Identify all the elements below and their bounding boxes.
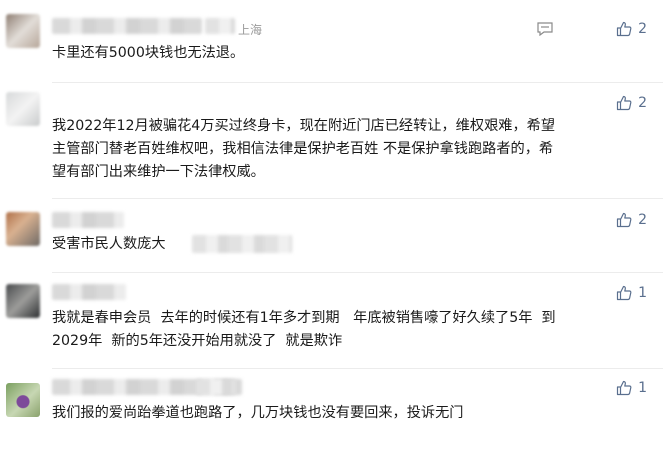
avatar[interactable]: [6, 212, 40, 246]
location-label: 上海: [238, 23, 263, 37]
thumbs-up-icon: [616, 380, 632, 396]
divider: [52, 272, 663, 273]
comment-text: 受害市民人数庞大: [52, 236, 166, 252]
username-redacted: [52, 284, 126, 300]
comment-text: 我2022年12月被骗花4万买过终身卡，现在附近门店已经转让，维权艰难，希望 主…: [52, 118, 556, 180]
like-button[interactable]: 2: [616, 211, 647, 229]
username-redacted: [52, 18, 202, 34]
divider: [52, 368, 663, 369]
like-count: 1: [638, 285, 647, 301]
comment-item: 1 我们报的爱尚跆拳道也跑路了，几万块钱也没有要回来，投诉无门: [0, 370, 663, 452]
username-redacted: [205, 18, 235, 34]
comment-text: 卡里还有5000块钱也无法退。: [52, 45, 245, 61]
username-redacted: [196, 379, 236, 395]
like-count: 1: [638, 380, 647, 396]
like-count: 2: [638, 95, 647, 111]
like-count: 2: [638, 212, 647, 228]
avatar[interactable]: [6, 14, 40, 48]
like-button[interactable]: 1: [616, 379, 647, 397]
avatar[interactable]: [6, 92, 40, 126]
thumbs-up-icon: [616, 212, 632, 228]
like-button[interactable]: 1: [616, 284, 647, 302]
like-count: 2: [638, 21, 647, 37]
comment-item: 1 我就是春申会员 去年的时候还有1年多才到期 年底被销售嚎了好久续了5年 到 …: [0, 274, 663, 366]
avatar[interactable]: [6, 284, 40, 318]
like-button[interactable]: 2: [616, 94, 647, 112]
comment-item: 2 受害市民人数庞大: [0, 200, 663, 270]
reply-icon[interactable]: [537, 22, 553, 36]
avatar[interactable]: [6, 383, 40, 417]
comment-item: 上海 2 卡里还有5000块钱也无法退。: [0, 0, 663, 80]
divider: [52, 82, 663, 83]
thumbs-up-icon: [616, 95, 632, 111]
thumbs-up-icon: [616, 285, 632, 301]
text-redacted: [192, 235, 292, 253]
divider: [52, 198, 663, 199]
comment-text: 我就是春申会员 去年的时候还有1年多才到期 年底被销售嚎了好久续了5年 到 20…: [52, 310, 556, 349]
comment-item: 2 我2022年12月被骗花4万买过终身卡，现在附近门店已经转让，维权艰难，希望…: [0, 84, 663, 196]
username-redacted: [52, 212, 124, 228]
comment-text: 我们报的爱尚跆拳道也跑路了，几万块钱也没有要回来，投诉无门: [52, 405, 464, 421]
thumbs-up-icon: [616, 21, 632, 37]
like-button[interactable]: 2: [616, 20, 647, 38]
